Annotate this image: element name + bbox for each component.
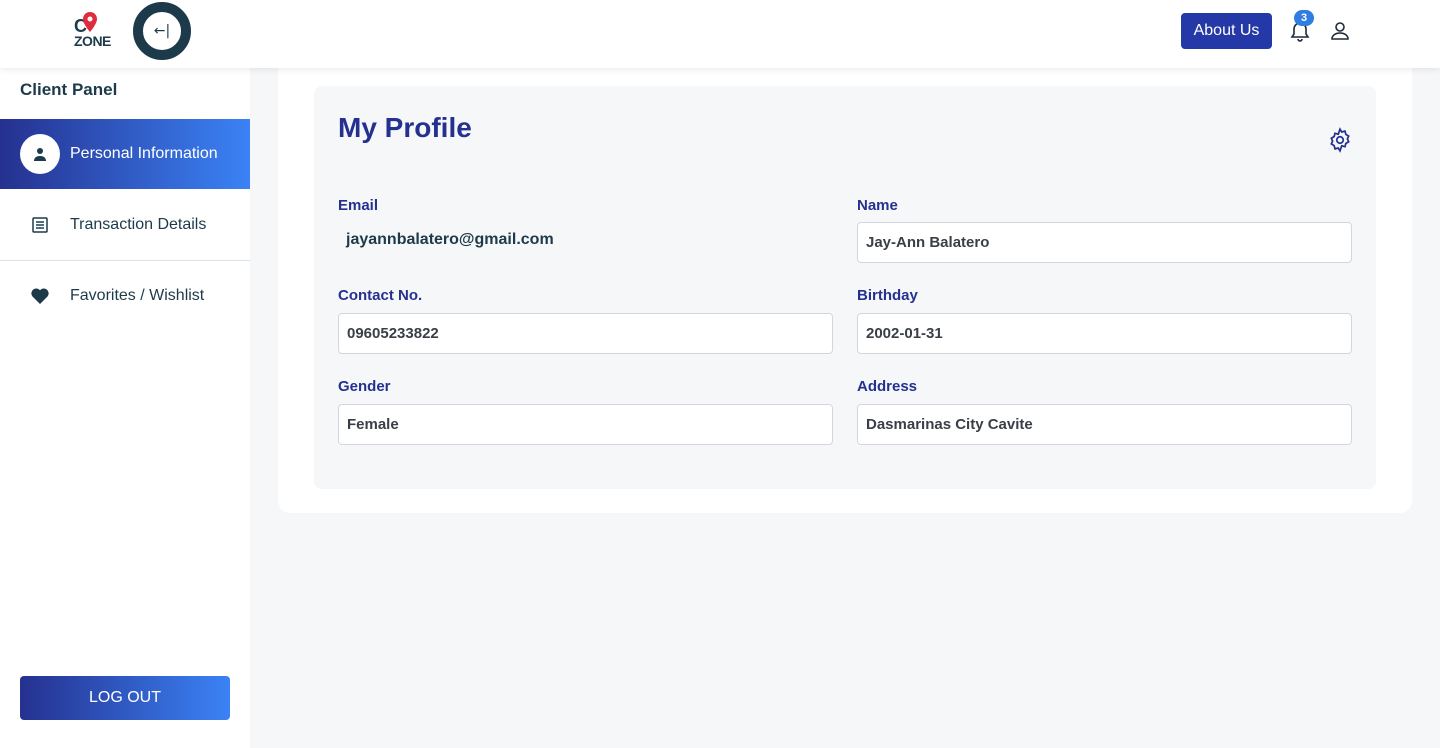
receipt-icon-wrap	[20, 205, 60, 245]
address-label: Address	[857, 378, 918, 395]
birthday-label: Birthday	[857, 287, 918, 304]
sidebar-item-label: Personal Information	[70, 145, 218, 162]
sidebar: Client Panel Personal Information Transa…	[0, 68, 250, 748]
gender-field[interactable]: Female	[338, 404, 833, 445]
sidebar-item-transaction-details[interactable]: Transaction Details	[0, 190, 250, 260]
person-icon-wrap	[20, 134, 60, 174]
notification-badge: 3	[1294, 10, 1314, 26]
about-us-button[interactable]: About Us	[1181, 13, 1272, 49]
heart-icon	[31, 288, 49, 304]
sidebar-item-favorites-wishlist[interactable]: Favorites / Wishlist	[0, 261, 250, 331]
sidebar-item-label: Transaction Details	[70, 216, 207, 233]
person-icon	[34, 148, 46, 161]
email-value: jayannbalatero@gmail.com	[346, 231, 554, 248]
sidebar-item-label: Favorites / Wishlist	[70, 287, 205, 304]
page-title: My Profile	[338, 112, 472, 143]
collapse-arrow-icon: ←|	[153, 23, 171, 39]
contact-label: Contact No.	[338, 287, 423, 304]
gender-label: Gender	[338, 378, 391, 395]
receipt-icon	[32, 217, 48, 233]
user-account-icon[interactable]	[1328, 19, 1352, 43]
email-label: Email	[338, 197, 379, 214]
contact-field[interactable]: 09605233822	[338, 313, 833, 354]
logout-button[interactable]: LOG OUT	[20, 676, 230, 720]
czone-logo[interactable]: C ZONE	[74, 12, 114, 52]
top-header: C ZONE ←| About Us 3	[0, 0, 1440, 68]
sidebar-item-personal-information[interactable]: Personal Information	[0, 119, 250, 189]
sidebar-collapse-button[interactable]: ←|	[133, 2, 191, 60]
address-field[interactable]: Dasmarinas City Cavite	[857, 404, 1352, 445]
name-label: Name	[857, 197, 898, 214]
panel-title: Client Panel	[20, 80, 118, 99]
heart-icon-wrap	[20, 276, 60, 316]
birthday-field[interactable]: 2002-01-31	[857, 313, 1352, 354]
location-pin-icon	[83, 12, 97, 32]
name-field[interactable]: Jay-Ann Balatero	[857, 222, 1352, 263]
logo-wordmark: ZONE	[74, 33, 111, 49]
gear-icon[interactable]	[1327, 127, 1353, 153]
